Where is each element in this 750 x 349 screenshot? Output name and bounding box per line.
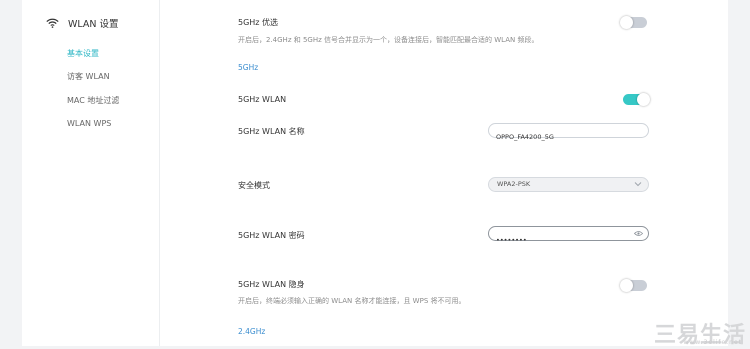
sidebar-title: WLAN 设置 [46,16,119,30]
section-5ghz-heading: 5GHz [238,63,259,72]
band-priority-toggle[interactable] [620,15,647,29]
security-mode-select[interactable]: WPA2-PSK [488,177,649,192]
watermark-logo: 三易生活 www.3elife.net [638,316,750,348]
wlan-5g-name-field[interactable] [488,123,649,144]
main-content: 5GHz 优选 开启后，2.4GHz 和 5GHz 信号合并显示为一个，设备连接… [238,0,728,346]
wlan-5g-toggle[interactable] [623,92,650,106]
wlan-5g-hidden-label: 5GHz WLAN 隐身 [238,280,305,289]
wlan-5g-password-field[interactable] [488,226,649,247]
chevron-down-icon [634,182,642,187]
sidebar-item-mac-filter[interactable]: MAC 地址过滤 [67,95,119,106]
eye-icon[interactable] [634,230,643,237]
toggle-knob [620,278,633,292]
sidebar-item-wlan-wps[interactable]: WLAN WPS [67,119,111,128]
settings-panel: WLAN 设置 基本设置 访客 WLAN MAC 地址过滤 WLAN WPS 5… [22,0,728,346]
sidebar-title-text: WLAN 设置 [68,19,119,30]
sidebar-item-basic[interactable]: 基本设置 [67,48,99,59]
wlan-5g-name-label: 5GHz WLAN 名称 [238,127,305,136]
wlan-5g-password-label: 5GHz WLAN 密码 [238,231,305,240]
wlan-5g-label: 5GHz WLAN [238,95,287,104]
wlan-5g-password-input[interactable] [489,233,631,247]
band-priority-description: 开启后，2.4GHz 和 5GHz 信号合并显示为一个，设备连接后，智能匹配最合… [238,36,539,44]
wlan-5g-hidden-description: 开启后，终端必须输入正确的 WLAN 名称才能连接，且 WPS 将不可用。 [238,297,466,305]
sidebar-item-guest-wlan[interactable]: 访客 WLAN [67,71,110,82]
wlan-5g-name-input[interactable] [489,130,631,144]
security-mode-value: WPA2-PSK [497,180,531,188]
section-24ghz-heading: 2.4GHz [238,327,266,336]
security-mode-label: 安全模式 [238,181,270,190]
wlan-5g-hidden-toggle[interactable] [620,278,647,292]
sidebar: WLAN 设置 基本设置 访客 WLAN MAC 地址过滤 WLAN WPS [22,0,160,346]
watermark-subtext: www.3elife.net [683,339,742,346]
toggle-knob [620,15,633,29]
toggle-knob [637,92,650,106]
band-priority-label: 5GHz 优选 [238,18,279,27]
wifi-icon [46,18,59,28]
